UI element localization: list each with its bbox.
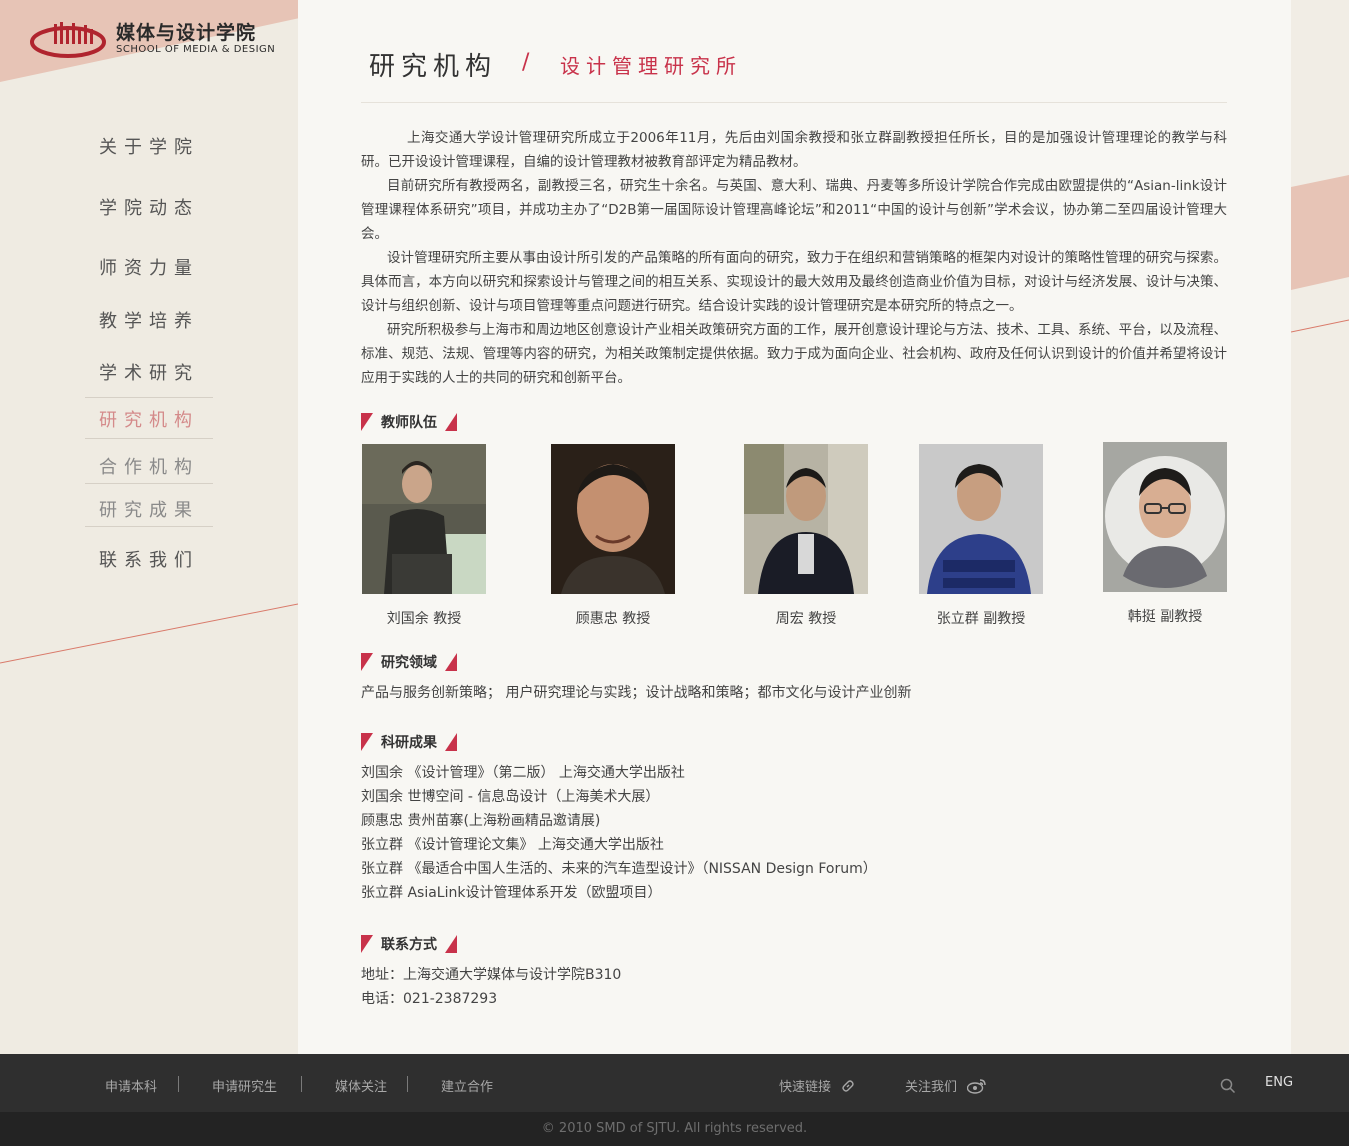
teacher-card[interactable]: 顾惠忠 教授 — [551, 444, 675, 628]
nav-achievements[interactable]: 研究成果 — [85, 496, 213, 522]
flag-icon — [445, 653, 457, 671]
flag-icon — [361, 653, 373, 671]
teacher-name: 周宏 教授 — [775, 611, 837, 627]
teacher-card[interactable]: 周宏 教授 — [744, 444, 868, 628]
result-item: 刘国余 《设计管理》（第二版） 上海交通大学出版社 — [361, 765, 685, 781]
section-title: 科研成果 — [381, 735, 437, 751]
nav-research[interactable]: 学术研究 — [85, 359, 213, 385]
flag-icon — [361, 413, 373, 431]
footer-link-cooperation[interactable]: 建立合作 — [441, 1076, 493, 1095]
copyright: © 2010 SMD of SJTU. All rights reserved. — [0, 1112, 1349, 1146]
nav-divider — [85, 483, 213, 484]
nav-divider — [85, 438, 213, 439]
link-icon — [842, 1080, 854, 1092]
school-logo[interactable]: 媒体与设计学院 SCHOOL OF MEDIA & DESIGN — [30, 18, 275, 60]
search-icon[interactable] — [1220, 1078, 1236, 1094]
nav-teaching[interactable]: 教学培养 — [85, 307, 213, 333]
fields-text: 产品与服务创新策略； 用户研究理论与实践；设计战略和策略；都市文化与设计产业创新 — [361, 685, 912, 701]
nav-divider — [85, 397, 213, 398]
section-title: 教师队伍 — [381, 415, 437, 431]
footer-separator — [301, 1076, 302, 1092]
contact-address: 地址：上海交通大学媒体与设计学院B310 — [361, 967, 622, 983]
teacher-photo — [551, 444, 675, 594]
intro-paragraph: 研究所积极参与上海市和周边地区创意设计产业相关政策研究方面的工作，展开创意设计理… — [361, 322, 1227, 386]
flag-icon — [445, 935, 457, 953]
teacher-card[interactable]: 张立群 副教授 — [919, 444, 1043, 628]
footer: 申请本科 申请研究生 媒体关注 建立合作 快速链接 关注我们 ENG — [0, 1054, 1349, 1112]
title-separator: / — [522, 50, 530, 75]
section-header-fields: 研究领域 — [361, 652, 457, 672]
title-divider — [361, 102, 1227, 103]
logo-text-en: SCHOOL OF MEDIA & DESIGN — [116, 44, 276, 55]
teacher-name: 张立群 副教授 — [936, 611, 1026, 627]
nav-faculty[interactable]: 师资力量 — [85, 254, 213, 280]
intro-paragraph: 上海交通大学设计管理研究所成立于2006年11月，先后由刘国余教授和张立群副教授… — [361, 130, 1227, 170]
result-item: 张立群 《最适合中国人生活的、未来的汽车造型设计》（NISSAN Design … — [361, 861, 877, 877]
nav-institutes[interactable]: 研究机构 — [85, 406, 213, 432]
section-header-results: 科研成果 — [361, 732, 457, 752]
teacher-photo — [362, 444, 486, 594]
logo-text-cn: 媒体与设计学院 — [116, 22, 257, 44]
teacher-name: 刘国余 教授 — [386, 611, 462, 627]
nav-news[interactable]: 学院动态 — [85, 194, 213, 220]
teacher-photo — [744, 444, 868, 594]
teacher-card[interactable]: 韩挺 副教授 — [1103, 442, 1227, 626]
teacher-card[interactable]: 刘国余 教授 — [362, 444, 486, 628]
teacher-photo — [1103, 442, 1227, 592]
intro-text: 上海交通大学设计管理研究所成立于2006年11月，先后由刘国余教授和张立群副教授… — [361, 126, 1227, 390]
teacher-name: 顾惠忠 教授 — [575, 611, 651, 627]
result-item: 张立群 AsiaLink设计管理体系开发（欧盟项目） — [361, 885, 662, 901]
quick-links-label: 快速链接 — [779, 1080, 832, 1095]
footer-link-graduate[interactable]: 申请研究生 — [212, 1076, 277, 1095]
section-header-contact: 联系方式 — [361, 934, 457, 954]
language-switch[interactable]: ENG — [1265, 1075, 1293, 1090]
flag-icon — [361, 935, 373, 953]
teacher-photo — [919, 444, 1043, 594]
teacher-name: 韩挺 副教授 — [1127, 609, 1203, 625]
page-subtitle: 设计管理研究所 — [560, 54, 742, 78]
result-item: 顾惠忠 贵州苗寨(上海粉画精品邀请展) — [361, 813, 601, 829]
result-item: 张立群 《设计管理论文集》 上海交通大学出版社 — [361, 837, 664, 853]
footer-link-media[interactable]: 媒体关注 — [335, 1076, 387, 1095]
nav-divider — [85, 526, 213, 527]
flag-icon — [361, 733, 373, 751]
intro-paragraph: 目前研究所有教授两名，副教授三名，研究生十余名。与英国、意大利、瑞典、丹麦等多所… — [361, 178, 1227, 242]
logo-mark-icon — [30, 22, 106, 58]
nav-contact[interactable]: 联系我们 — [85, 546, 213, 572]
footer-link-undergrad[interactable]: 申请本科 — [105, 1076, 157, 1095]
intro-paragraph: 设计管理研究所主要从事由设计所引发的产品策略的所有面向的研究，致力于在组织和营销… — [361, 250, 1227, 314]
section-title: 联系方式 — [381, 937, 437, 953]
follow-us-button[interactable]: 关注我们 — [905, 1076, 987, 1095]
quick-links-button[interactable]: 快速链接 — [779, 1076, 855, 1095]
follow-us-label: 关注我们 — [905, 1080, 958, 1095]
page-title: 研究机构 — [369, 52, 498, 82]
nav-partners[interactable]: 合作机构 — [85, 453, 213, 479]
sidebar: 媒体与设计学院 SCHOOL OF MEDIA & DESIGN 关于学院 学院… — [0, 0, 298, 1054]
footer-separator — [178, 1076, 179, 1092]
contact-phone: 电话：021-2387293 — [361, 991, 498, 1007]
result-item: 刘国余 世博空间 - 信息岛设计（上海美术大展） — [361, 789, 660, 805]
right-decoration — [1291, 0, 1349, 1054]
right-decoration-line — [1291, 319, 1349, 333]
nav-about[interactable]: 关于学院 — [85, 133, 213, 159]
section-header-teachers: 教师队伍 — [361, 412, 457, 432]
footer-separator — [407, 1076, 408, 1092]
weibo-icon — [966, 1079, 986, 1094]
flag-icon — [445, 413, 457, 431]
flag-icon — [445, 733, 457, 751]
section-title: 研究领域 — [381, 655, 437, 671]
